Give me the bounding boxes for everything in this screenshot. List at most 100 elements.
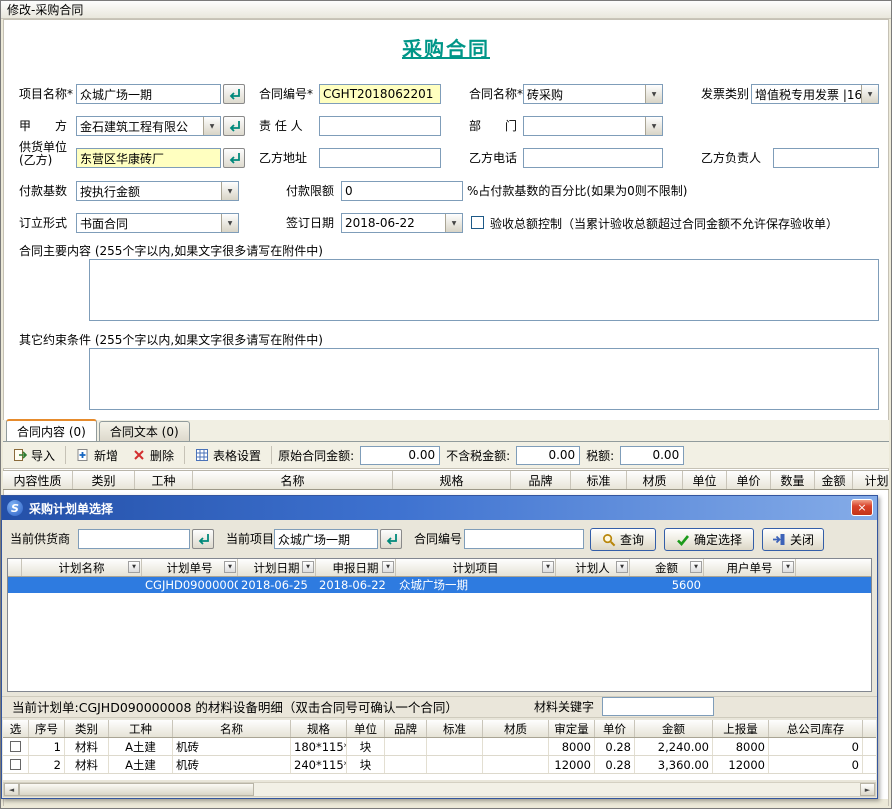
payment-base-combo[interactable]: 按执行金额▼ <box>76 181 239 201</box>
scroll-left-arrow[interactable]: ◄ <box>4 783 19 796</box>
detail-col-header[interactable]: 类别 <box>65 720 109 737</box>
scrollbar-thumb[interactable] <box>19 783 254 796</box>
detail-col-header[interactable]: 品牌 <box>385 720 427 737</box>
party-a-combo[interactable]: 金石建筑工程有限公▼ <box>76 116 221 136</box>
horizontal-scrollbar[interactable]: ◄ ► <box>3 782 876 797</box>
detail-row[interactable]: 1 材料 A土建 机砖 180*115* 块 8000 0.28 2,240.0… <box>3 738 876 756</box>
plan-col-header[interactable]: 用户单号▼ <box>704 559 796 576</box>
project-select-button[interactable] <box>380 529 402 549</box>
filter-arrow-icon[interactable]: ▼ <box>224 561 236 573</box>
other-terms-textarea[interactable] <box>89 348 879 410</box>
filter-arrow-icon[interactable]: ▼ <box>616 561 628 573</box>
add-icon <box>76 448 90 462</box>
filter-arrow-icon[interactable]: ▼ <box>302 561 314 573</box>
detail-col-header[interactable]: 选 <box>3 720 29 737</box>
duty-person-input[interactable] <box>319 116 441 136</box>
query-button[interactable]: 查询 <box>590 528 656 551</box>
department-combo[interactable]: ▼ <box>523 116 663 136</box>
detail-col-header[interactable]: 标准 <box>427 720 483 737</box>
import-button[interactable]: 导入 <box>9 445 59 466</box>
payment-limit-input[interactable]: 0 <box>341 181 463 201</box>
plan-row-selected[interactable]: CGJHD090000008 2018-06-25 2018-06-22 众城广… <box>8 577 871 593</box>
detail-row[interactable]: 2 材料 A土建 机砖 240*115* 块 12000 0.28 3,360.… <box>3 756 876 774</box>
party-b-manager-input[interactable] <box>773 148 879 168</box>
plan-col-header[interactable]: 计划日期▼ <box>238 559 316 576</box>
detail-col-header[interactable]: 规格 <box>291 720 347 737</box>
detail-col-header[interactable]: 单价 <box>595 720 635 737</box>
chevron-down-icon[interactable]: ▼ <box>203 117 220 135</box>
invoice-type-combo[interactable]: 增值税专用发票 |16▼ <box>751 84 879 104</box>
dialog-close-button[interactable]: × <box>851 499 873 516</box>
detail-col-header[interactable]: 审定量 <box>549 720 595 737</box>
close-icon: × <box>857 501 866 514</box>
plan-col-header[interactable]: 计划名称▼ <box>22 559 142 576</box>
scroll-right-arrow[interactable]: ► <box>860 783 875 796</box>
tab-contract-content[interactable]: 合同内容 (0) <box>6 419 97 441</box>
table-settings-button[interactable]: 表格设置 <box>191 445 265 466</box>
detail-col-header[interactable]: 材质 <box>483 720 549 737</box>
contract-name-combo[interactable]: 砖采购▼ <box>523 84 663 104</box>
supplier-select-button[interactable] <box>192 529 214 549</box>
content-col-header[interactable]: 内容性质 <box>3 471 73 489</box>
acceptance-total-checkbox[interactable] <box>471 216 484 229</box>
chevron-down-icon[interactable]: ▼ <box>221 214 238 232</box>
content-col-header[interactable]: 规格 <box>393 471 511 489</box>
detail-col-header[interactable]: 工种 <box>109 720 173 737</box>
content-col-header[interactable]: 单位 <box>683 471 727 489</box>
row-checkbox[interactable] <box>10 741 21 752</box>
main-content-textarea[interactable] <box>89 259 879 321</box>
content-col-header[interactable]: 材质 <box>627 471 683 489</box>
plan-col-header[interactable]: 金额▼ <box>630 559 704 576</box>
filter-arrow-icon[interactable]: ▼ <box>542 561 554 573</box>
plan-col-header[interactable]: 计划人▼ <box>556 559 630 576</box>
contract-no-input[interactable]: CGHT2018062201 <box>319 84 441 104</box>
detail-col-header[interactable]: 序号 <box>29 720 65 737</box>
content-col-header[interactable]: 名称 <box>193 471 393 489</box>
project-browse-button[interactable] <box>223 84 245 104</box>
content-col-header[interactable]: 计划单 <box>853 471 889 489</box>
current-supplier-input[interactable] <box>78 529 190 549</box>
detail-col-header[interactable]: 总公司库存 <box>769 720 863 737</box>
contract-no-filter-input[interactable] <box>464 529 584 549</box>
material-keyword-input[interactable] <box>602 697 714 716</box>
project-name-input[interactable]: 众城广场一期 <box>76 84 221 104</box>
detail-col-header[interactable]: 单位 <box>347 720 385 737</box>
tab-contract-text[interactable]: 合同文本 (0) <box>99 421 190 441</box>
detail-col-header[interactable]: 名称 <box>173 720 291 737</box>
content-col-header[interactable]: 单价 <box>727 471 771 489</box>
chevron-down-icon[interactable]: ▼ <box>645 117 662 135</box>
chevron-down-icon[interactable]: ▼ <box>861 85 878 103</box>
filter-arrow-icon[interactable]: ▼ <box>382 561 394 573</box>
detail-col-header[interactable]: 金额 <box>635 720 713 737</box>
content-col-header[interactable]: 金额 <box>815 471 853 489</box>
supplier-input[interactable]: 东营区华康砖厂 <box>76 148 221 168</box>
plan-col-header[interactable]: 计划项目▼ <box>396 559 556 576</box>
form-type-combo[interactable]: 书面合同▼ <box>76 213 239 233</box>
content-col-header[interactable]: 数量 <box>771 471 815 489</box>
content-col-header[interactable]: 工种 <box>135 471 193 489</box>
scrollbar-track[interactable] <box>254 783 860 796</box>
party-b-phone-input[interactable] <box>523 148 663 168</box>
calendar-dropdown-icon[interactable]: ▼ <box>445 214 462 232</box>
confirm-select-button[interactable]: 确定选择 <box>664 528 754 551</box>
party-b-address-input[interactable] <box>319 148 441 168</box>
filter-arrow-icon[interactable]: ▼ <box>782 561 794 573</box>
chevron-down-icon[interactable]: ▼ <box>645 85 662 103</box>
row-checkbox[interactable] <box>10 759 21 770</box>
close-dialog-button[interactable]: 关闭 <box>762 528 824 551</box>
chevron-down-icon[interactable]: ▼ <box>221 182 238 200</box>
delete-row-button[interactable]: 删除 <box>128 445 178 466</box>
detail-col-header[interactable]: 上报量 <box>713 720 769 737</box>
content-col-header[interactable]: 标准 <box>571 471 627 489</box>
filter-arrow-icon[interactable]: ▼ <box>128 561 140 573</box>
current-project-input[interactable]: 众城广场一期 <box>274 529 378 549</box>
content-col-header[interactable]: 品牌 <box>511 471 571 489</box>
content-col-header[interactable]: 类别 <box>73 471 135 489</box>
party-a-browse-button[interactable] <box>223 116 245 136</box>
supplier-browse-button[interactable] <box>223 148 245 168</box>
filter-arrow-icon[interactable]: ▼ <box>690 561 702 573</box>
plan-col-header[interactable]: 申报日期▼ <box>316 559 396 576</box>
add-row-button[interactable]: 新增 <box>72 445 122 466</box>
sign-date-picker[interactable]: 2018-06-22▼ <box>341 213 463 233</box>
plan-col-header[interactable]: 计划单号▼ <box>142 559 238 576</box>
